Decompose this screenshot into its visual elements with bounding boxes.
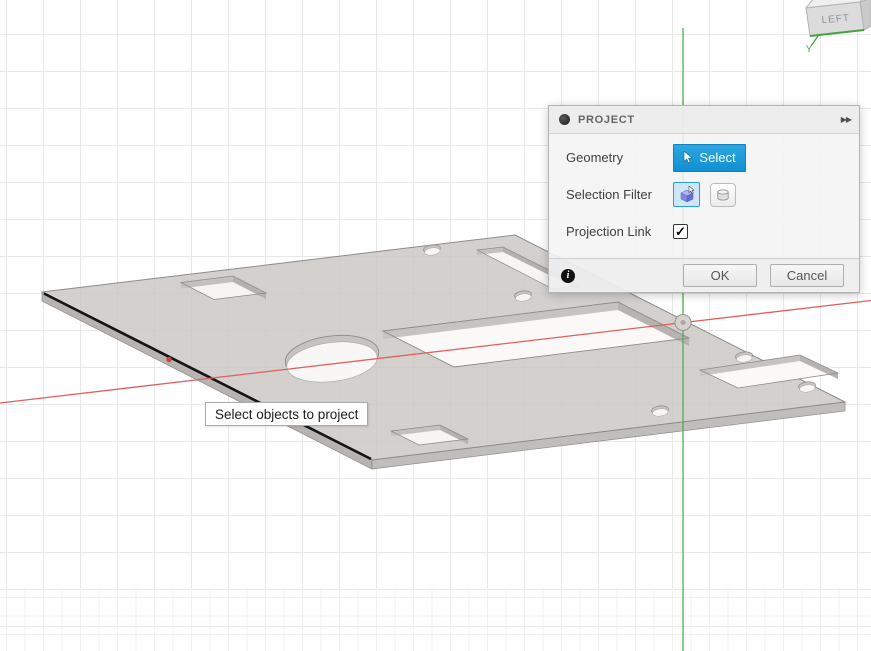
y-axis-indicator [811, 36, 818, 46]
prompt-tooltip: Select objects to project [205, 402, 368, 426]
geometry-select-button[interactable]: Select [673, 144, 746, 172]
ok-button[interactable]: OK [683, 264, 757, 287]
viewport[interactable]: LEFT Y PROJECT ▶▶ Geometry Select [0, 0, 871, 651]
selection-filter-label: Selection Filter [566, 187, 673, 202]
project-dialog: PROJECT ▶▶ Geometry Select Selection Fil… [548, 105, 860, 293]
origin-marker[interactable] [675, 315, 691, 331]
projection-link-label: Projection Link [566, 224, 673, 239]
body-select-icon [678, 186, 696, 203]
cancel-button[interactable]: Cancel [770, 264, 844, 287]
selection-filter-row: Selection Filter [549, 176, 859, 213]
viewcube[interactable]: LEFT Y [806, 0, 871, 54]
checkmark-icon: ✓ [675, 225, 686, 238]
select-button-label: Select [699, 150, 735, 165]
dialog-footer: i OK Cancel [549, 258, 859, 292]
edge-point-marker[interactable] [166, 357, 171, 362]
cylinder-icon [715, 187, 731, 203]
y-axis-label: Y [806, 44, 812, 54]
geometry-row: Geometry Select [549, 139, 859, 176]
filter-bodies-button[interactable] [673, 182, 700, 207]
info-icon[interactable]: i [561, 269, 575, 283]
geometry-label: Geometry [566, 150, 673, 165]
project-command-icon [559, 114, 570, 125]
viewport-canvas[interactable]: LEFT Y [0, 0, 871, 651]
dialog-title: PROJECT [578, 114, 841, 126]
collapse-arrows-icon[interactable]: ▶▶ [841, 115, 851, 124]
cursor-icon [683, 151, 694, 164]
projection-link-row: Projection Link ✓ [549, 213, 859, 250]
dialog-header[interactable]: PROJECT ▶▶ [549, 106, 859, 134]
projection-link-checkbox[interactable]: ✓ [673, 224, 688, 239]
dialog-body: Geometry Select Selection Filter [549, 134, 859, 258]
filter-body-button[interactable] [710, 183, 736, 207]
